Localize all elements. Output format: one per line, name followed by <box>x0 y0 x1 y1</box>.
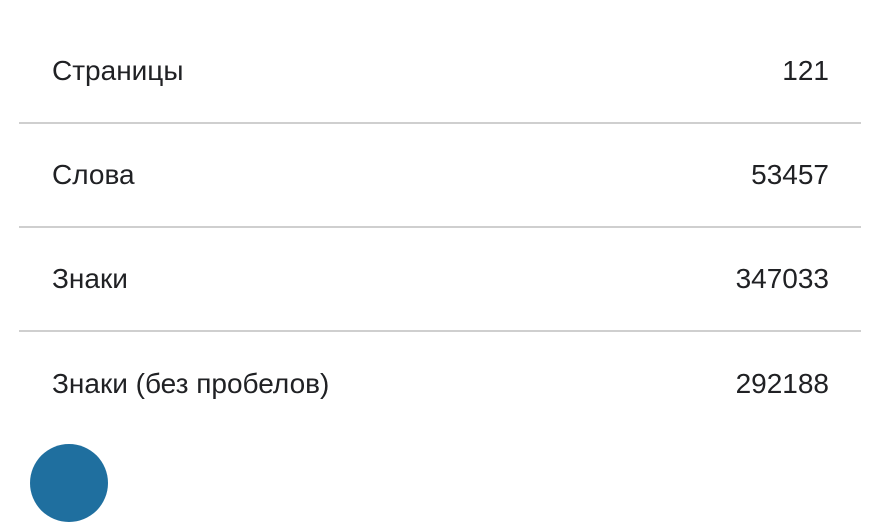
characters-value: 347033 <box>735 263 829 294</box>
words-value: 53457 <box>751 159 829 190</box>
pages-value: 121 <box>782 55 829 86</box>
partial-circle-button[interactable] <box>30 444 108 522</box>
stats-row-pages: Страницы 121 <box>19 20 861 124</box>
characters-label: Знаки <box>52 263 128 294</box>
stats-row-words: Слова 53457 <box>19 124 861 228</box>
word-count-stats-panel: Страницы 121 Слова 53457 Знаки 347033 Зн… <box>19 20 861 436</box>
words-label: Слова <box>52 159 135 190</box>
characters-no-spaces-label: Знаки (без пробелов) <box>52 368 330 399</box>
characters-no-spaces-value: 292188 <box>735 368 829 399</box>
pages-label: Страницы <box>52 55 184 86</box>
stats-row-characters-no-spaces: Знаки (без пробелов) 292188 <box>19 332 861 436</box>
stats-row-characters: Знаки 347033 <box>19 228 861 332</box>
